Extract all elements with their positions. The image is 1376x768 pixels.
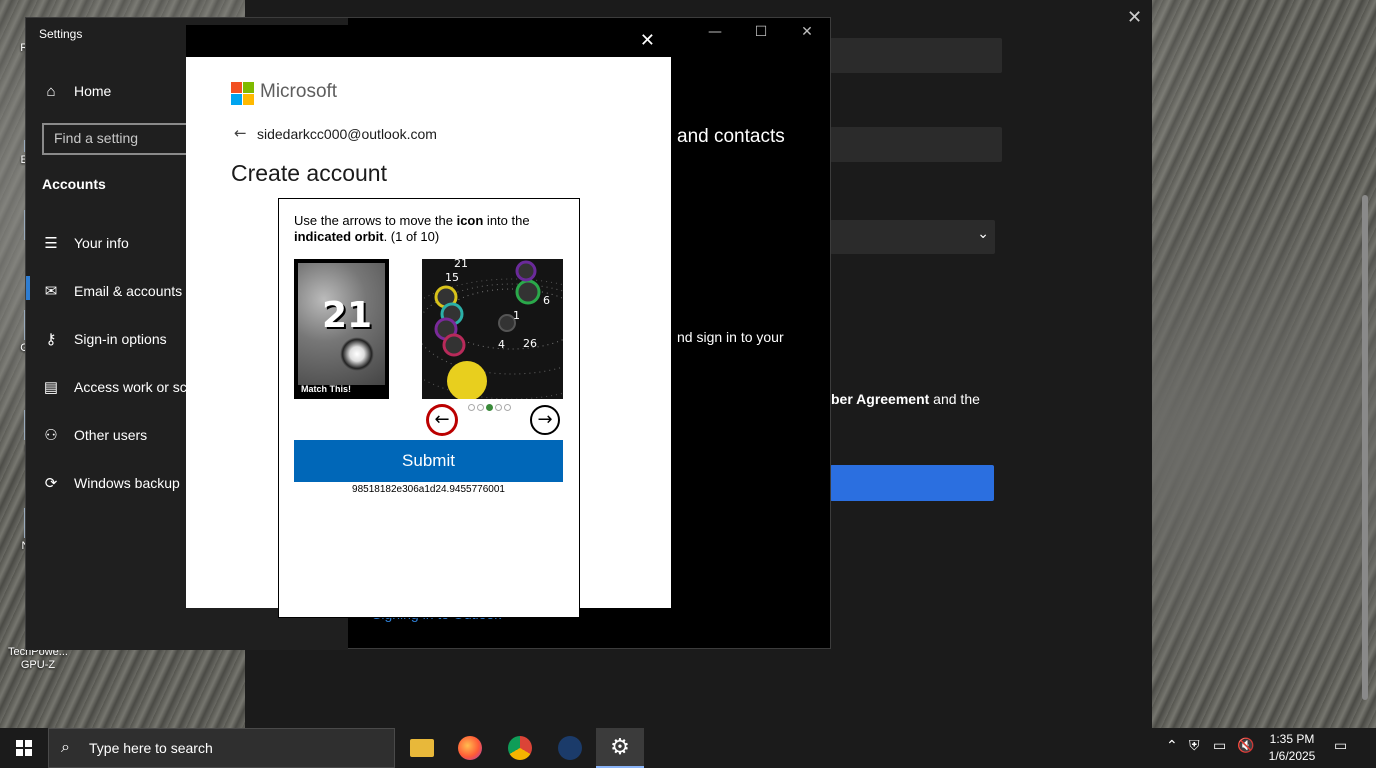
active-indicator <box>26 276 30 300</box>
system-clock[interactable]: 1:35 PM 1/6/2025 <box>1262 731 1322 765</box>
sidebar-item-label: Your info <box>74 235 129 251</box>
orbit-number: 6 <box>543 294 550 307</box>
home-icon: ⌂ <box>46 82 56 100</box>
close-icon[interactable]: ✕ <box>640 30 655 51</box>
page-heading-fragment: and contacts <box>677 126 785 147</box>
taskbar-steam[interactable] <box>546 728 594 768</box>
microsoft-logo <box>231 82 254 105</box>
maximize-icon[interactable]: ☐ <box>746 24 776 40</box>
taskbar-file-explorer[interactable] <box>398 728 446 768</box>
sidebar-item-sign-in-options[interactable]: ⚷ Sign-in options <box>40 327 167 351</box>
sidebar-item-label: Windows backup <box>74 475 180 491</box>
security-icon[interactable]: ⛨ <box>1189 738 1200 754</box>
briefcase-icon: ▤ <box>43 379 59 396</box>
scrollbar[interactable] <box>1362 195 1368 700</box>
taskbar-chrome[interactable] <box>496 728 544 768</box>
steam-icon <box>558 736 582 760</box>
page-dot <box>468 404 475 411</box>
search-icon: ⌕ <box>61 737 70 756</box>
agreement-fragment: ber Agreement and the <box>831 391 980 407</box>
orbit-number: 1 <box>513 309 520 322</box>
search-placeholder: Type here to search <box>89 740 213 756</box>
instruction-text: Use the arrows to move the <box>294 213 457 228</box>
sidebar-item-label: Sign-in options <box>74 331 167 347</box>
orbit-number: 15 <box>445 271 459 284</box>
instruction-bold: indicated orbit <box>294 229 384 244</box>
close-icon[interactable]: ✕ <box>1127 7 1142 28</box>
person-add-icon: ⚇ <box>44 427 58 444</box>
sidebar-item-label: Email & accounts <box>74 283 183 299</box>
orbit-number: 4 <box>498 338 505 351</box>
page-dot <box>504 404 511 411</box>
target-caption: Match This! <box>301 384 352 394</box>
back-arrow-icon[interactable]: ← <box>234 124 247 142</box>
volume-muted-icon[interactable]: 🔇 <box>1237 738 1254 754</box>
orbit-number: 21 <box>454 259 468 270</box>
instruction-text: into the <box>483 213 530 228</box>
target-number: 21 <box>322 295 373 336</box>
brand-name: Microsoft <box>260 81 338 102</box>
folder-icon <box>410 739 434 757</box>
sidebar-item-email-accounts[interactable]: ✉ Email & accounts <box>40 279 182 303</box>
captcha-orbit-scene: 21 15 6 1 4 26 <box>422 259 563 399</box>
gear-icon: ⚙ <box>610 735 630 760</box>
taskbar-firefox[interactable] <box>446 728 494 768</box>
page-dot <box>495 404 502 411</box>
section-heading: Accounts <box>42 176 106 192</box>
page-dot <box>477 404 484 411</box>
chrome-icon <box>508 736 532 760</box>
target-icon <box>340 337 374 371</box>
person-card-icon: ☰ <box>44 235 58 252</box>
agreement-rest-text: and the <box>929 391 980 407</box>
taskbar: ⌕ Type here to search ⚙ ⌃ ⛨ ▭ 🔇 1:35 PM … <box>0 728 1376 768</box>
background-field <box>830 127 1002 162</box>
page-title: Create account <box>231 160 387 186</box>
description-fragment: nd sign in to your <box>677 329 784 345</box>
background-field <box>830 38 1002 73</box>
submit-button[interactable]: Submit <box>294 440 563 482</box>
minimize-icon[interactable]: — <box>700 24 730 40</box>
chevron-down-icon: ⌄ <box>977 226 989 242</box>
notification-icon[interactable]: ▭ <box>1334 738 1347 754</box>
firefox-icon <box>458 736 482 760</box>
arrow-right-button[interactable]: → <box>530 405 560 435</box>
arrow-left-button[interactable]: ← <box>427 405 457 435</box>
orbit-number: 26 <box>523 337 537 350</box>
sidebar-item-windows-backup[interactable]: ⟳ Windows backup <box>40 471 180 495</box>
microsoft-signin-dialog: ✕ Microsoft ← sidedarkcc000@outlook.com … <box>186 25 671 618</box>
network-icon[interactable]: ▭ <box>1213 738 1226 754</box>
window-title: Settings <box>39 27 83 41</box>
start-button[interactable] <box>0 728 48 768</box>
taskbar-settings[interactable]: ⚙ <box>596 728 644 768</box>
instruction-text: . (1 of 10) <box>383 229 440 244</box>
session-id: 98518182e306a1d24.9455776001 <box>352 484 505 495</box>
background-button <box>830 465 994 501</box>
captcha-target-image: 21 Match This! <box>294 259 389 399</box>
sidebar-item-other-users[interactable]: ⚇ Other users <box>40 423 147 447</box>
taskbar-search-box[interactable]: ⌕ Type here to search <box>48 728 395 768</box>
orbit-scene-graphic <box>422 260 563 399</box>
agreement-link-text[interactable]: ber Agreement <box>831 391 929 407</box>
instruction-bold: icon <box>456 213 484 228</box>
mail-icon: ✉ <box>44 283 58 300</box>
captcha-instruction: Use the arrows to move the icon into the… <box>294 213 569 245</box>
sidebar-item-home[interactable]: ⌂ Home <box>40 79 111 103</box>
page-dot-active <box>486 404 493 411</box>
sidebar-item-your-info[interactable]: ☰ Your info <box>40 231 129 255</box>
dialog-titlebar: ✕ <box>186 25 671 57</box>
sync-icon: ⟳ <box>44 475 58 492</box>
captcha-frame: Use the arrows to move the icon into the… <box>278 198 580 618</box>
clock-time: 1:35 PM <box>1269 732 1315 746</box>
close-icon[interactable]: ✕ <box>792 24 822 40</box>
account-email: sidedarkcc000@outlook.com <box>257 126 437 142</box>
windows-logo-icon <box>16 740 32 756</box>
sidebar-item-label: Home <box>74 83 112 99</box>
chevron-up-icon[interactable]: ⌃ <box>1166 738 1178 754</box>
clock-date: 1/6/2025 <box>1268 749 1316 763</box>
captcha-pagination <box>468 404 511 411</box>
background-dropdown: ⌄ <box>830 220 995 254</box>
sidebar-item-label: Other users <box>74 427 148 443</box>
key-icon: ⚷ <box>45 331 57 348</box>
